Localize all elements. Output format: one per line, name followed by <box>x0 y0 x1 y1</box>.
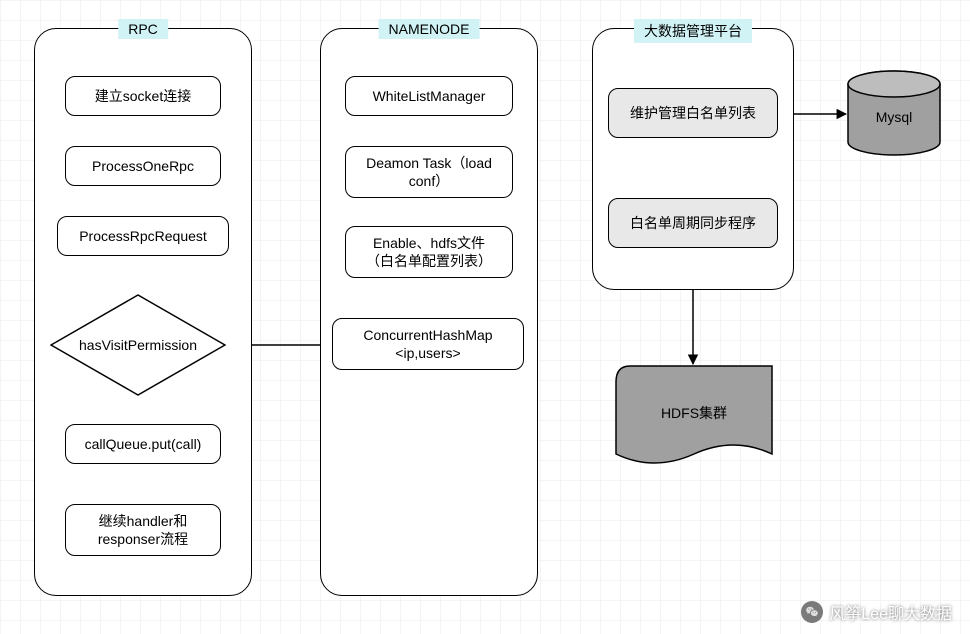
decision-has-visit-permission: hasVisitPermission <box>50 294 226 396</box>
node-concurrent-hashmap-label: ConcurrentHashMap <ip,users> <box>363 326 492 362</box>
watermark: 风筝Lee聊大数据 <box>801 600 952 624</box>
node-handler-label: 继续handler和 responser流程 <box>98 512 188 548</box>
node-whitelist-manager-label: WhiteListManager <box>373 87 486 105</box>
node-sync-whitelist-label: 白名单周期同步程序 <box>630 214 756 232</box>
platform-container: 大数据管理平台 <box>592 28 794 290</box>
rpc-title: RPC <box>118 19 168 39</box>
watermark-text: 风筝Lee聊大数据 <box>829 600 952 624</box>
node-process-rpc-request-label: ProcessRpcRequest <box>79 227 207 245</box>
node-call-queue: callQueue.put(call) <box>65 424 221 464</box>
node-whitelist-manager: WhiteListManager <box>345 76 513 116</box>
node-socket: 建立socket连接 <box>65 76 221 116</box>
node-process-one-rpc-label: ProcessOneRpc <box>92 157 194 175</box>
node-maintain-whitelist-label: 维护管理白名单列表 <box>630 104 756 122</box>
node-enable-hdfs: Enable、hdfs文件 （白名单配置列表） <box>345 226 513 278</box>
node-process-one-rpc: ProcessOneRpc <box>65 146 221 186</box>
hdfs-cluster: HDFS集群 <box>614 364 774 472</box>
node-call-queue-label: callQueue.put(call) <box>85 435 202 453</box>
node-sync-whitelist: 白名单周期同步程序 <box>608 198 778 248</box>
hdfs-cluster-label: HDFS集群 <box>661 403 727 423</box>
node-deamon-task-label: Deamon Task（load conf） <box>366 154 492 190</box>
node-handler: 继续handler和 responser流程 <box>65 504 221 556</box>
db-mysql-label: Mysql <box>876 109 913 125</box>
node-maintain-whitelist: 维护管理白名单列表 <box>608 88 778 138</box>
node-enable-hdfs-label: Enable、hdfs文件 （白名单配置列表） <box>366 234 492 270</box>
platform-title: 大数据管理平台 <box>634 19 752 43</box>
db-mysql: Mysql <box>846 70 942 156</box>
wechat-icon <box>801 601 823 623</box>
decision-label: hasVisitPermission <box>79 337 197 353</box>
node-socket-label: 建立socket连接 <box>95 87 191 105</box>
node-process-rpc-request: ProcessRpcRequest <box>57 216 229 256</box>
node-concurrent-hashmap: ConcurrentHashMap <ip,users> <box>332 318 524 370</box>
namenode-title: NAMENODE <box>379 19 480 39</box>
node-deamon-task: Deamon Task（load conf） <box>345 146 513 198</box>
